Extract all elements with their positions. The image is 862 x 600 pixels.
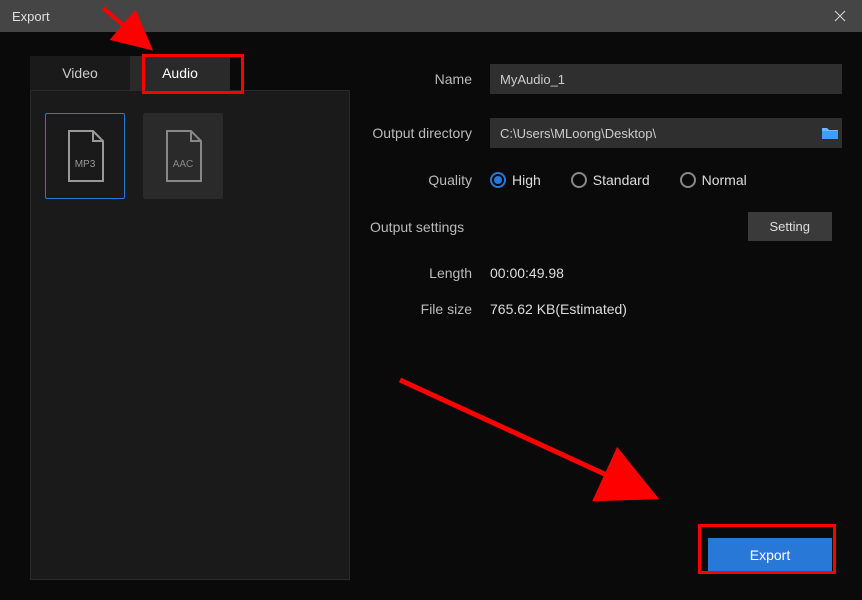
output-settings-row: Output settings Setting	[360, 212, 842, 241]
folder-icon	[821, 126, 839, 140]
output-dir-label: Output directory	[360, 125, 490, 141]
name-input[interactable]	[490, 64, 842, 94]
length-label: Length	[360, 265, 490, 281]
mp3-file-icon: MP3	[63, 129, 107, 183]
filesize-value: 765.62 KB(Estimated)	[490, 301, 627, 317]
export-button-container: Export	[360, 538, 842, 580]
length-row: Length 00:00:49.98	[360, 265, 842, 281]
quality-normal[interactable]: Normal	[680, 172, 747, 188]
aac-file-icon: AAC	[161, 129, 205, 183]
close-icon	[834, 10, 846, 22]
left-panel: Video Audio MP3 AAC	[30, 56, 350, 580]
quality-high[interactable]: High	[490, 172, 541, 188]
radio-icon	[490, 172, 506, 188]
export-button[interactable]: Export	[708, 538, 832, 572]
svg-text:MP3: MP3	[75, 159, 96, 170]
format-aac[interactable]: AAC	[143, 113, 223, 199]
titlebar: Export	[0, 0, 862, 32]
browse-button[interactable]	[816, 118, 842, 148]
radio-icon	[571, 172, 587, 188]
close-button[interactable]	[830, 6, 850, 26]
radio-icon	[680, 172, 696, 188]
format-mp3[interactable]: MP3	[45, 113, 125, 199]
format-list: MP3 AAC	[30, 90, 350, 580]
quality-normal-label: Normal	[702, 172, 747, 188]
svg-text:AAC: AAC	[173, 159, 194, 170]
quality-high-label: High	[512, 172, 541, 188]
quality-radio-group: High Standard Normal	[490, 172, 747, 188]
quality-standard-label: Standard	[593, 172, 650, 188]
quality-row: Quality High Standard Normal	[360, 172, 842, 188]
output-dir-input[interactable]	[490, 118, 816, 148]
tabs: Video Audio	[30, 56, 350, 90]
tab-audio[interactable]: Audio	[130, 56, 230, 90]
filesize-label: File size	[360, 301, 490, 317]
length-value: 00:00:49.98	[490, 265, 564, 281]
filesize-row: File size 765.62 KB(Estimated)	[360, 301, 842, 317]
output-settings-label: Output settings	[360, 219, 464, 235]
setting-button[interactable]: Setting	[748, 212, 832, 241]
name-row: Name	[360, 64, 842, 94]
quality-standard[interactable]: Standard	[571, 172, 650, 188]
output-dir-row: Output directory	[360, 118, 842, 148]
quality-label: Quality	[360, 172, 490, 188]
tab-video[interactable]: Video	[30, 56, 130, 90]
name-label: Name	[360, 71, 490, 87]
window-title: Export	[12, 9, 50, 24]
right-panel: Name Output directory Quality High	[350, 56, 842, 580]
